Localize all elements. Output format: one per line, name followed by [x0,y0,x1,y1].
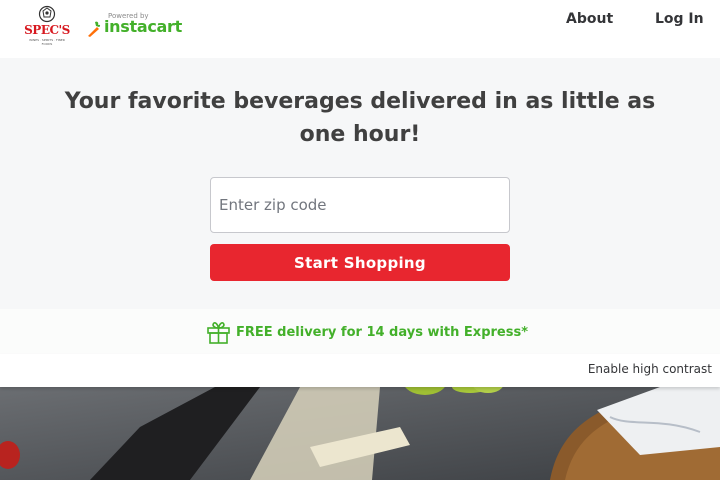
instacart-wordmark: instacart [104,17,182,36]
hero-headline: Your favorite beverages delivered in as … [64,89,656,147]
beverage-photo-image [0,387,720,480]
hero-background-photo [0,387,720,480]
specs-logo[interactable]: SPEC'S WINES · SPIRITS · FINER FOODS [24,5,70,46]
log-in-link[interactable]: Log In [655,11,704,27]
gift-icon [207,322,230,344]
start-shopping-button[interactable]: Start Shopping [210,244,510,281]
specs-tagline: WINES · SPIRITS · FINER FOODS [29,38,65,46]
specs-emblem-icon [38,5,56,23]
instacart-carrot-icon [88,21,101,37]
contrast-bar: Enable high contrast [0,354,720,387]
specs-wordmark: SPEC'S [24,23,70,37]
zip-code-input[interactable] [210,177,510,233]
promo-banner: FREE delivery for 14 days with Express* [0,309,720,354]
top-bar: SPEC'S WINES · SPIRITS · FINER FOODS Pow… [0,0,720,58]
hero-section: Your favorite beverages delivered in as … [0,58,720,309]
enable-high-contrast-link[interactable]: Enable high contrast [588,362,712,376]
promo-text: FREE delivery for 14 days with Express* [236,325,529,340]
about-link[interactable]: About [566,11,613,27]
